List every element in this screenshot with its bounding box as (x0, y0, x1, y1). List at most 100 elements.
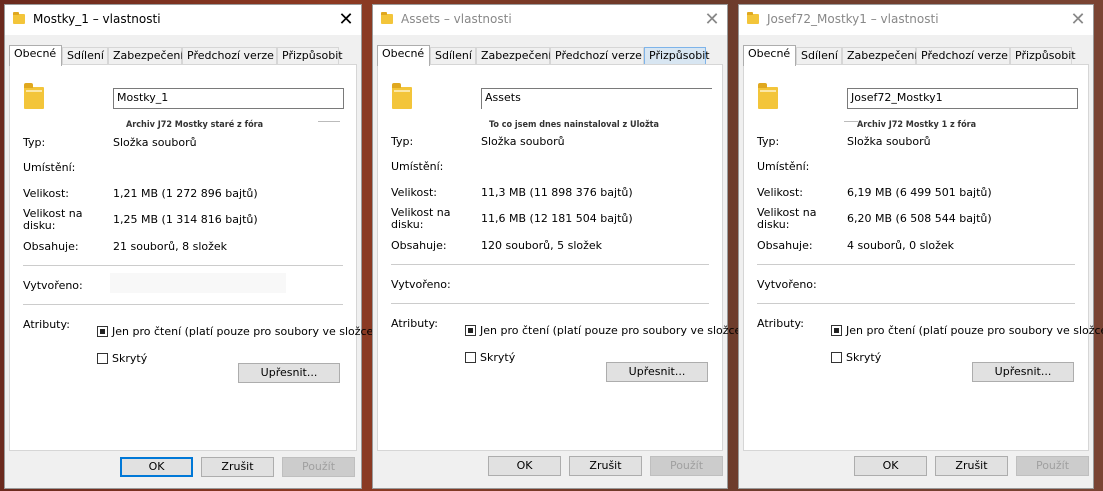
tab-security[interactable]: Zabezpečení (108, 47, 183, 64)
properties-window-mostky: Mostky_1 – vlastnosti ✕ Obecné Sdílení Z… (4, 4, 378, 489)
tab-customize[interactable]: Přizpůsobit (644, 47, 710, 64)
hidden-label: Skrytý (480, 351, 516, 364)
ok-button[interactable]: OK (120, 457, 193, 477)
separator (757, 264, 1075, 265)
close-icon[interactable]: ✕ (331, 5, 361, 35)
tab-general[interactable]: Obecné (377, 45, 430, 66)
apply-button[interactable]: Použít (650, 456, 723, 476)
tab-strip: Obecné Sdílení Zabezpečení Předchozí ver… (9, 45, 357, 66)
created-label: Vytvořeno: (757, 278, 817, 291)
folder-icon (13, 12, 25, 24)
window-title: Josef72_Mostky1 – vlastnosti (767, 12, 939, 26)
close-icon[interactable]: ✕ (697, 5, 727, 35)
readonly-label: Jen pro čtení (platí pouze pro soubory v… (480, 324, 746, 337)
disk-size-label: Velikost na disku: (391, 206, 451, 231)
cancel-button[interactable]: Zrušit (569, 456, 642, 476)
type-label: Typ: (757, 135, 780, 148)
size-label: Velikost: (757, 186, 804, 199)
tab-previous-versions[interactable]: Předchozí verze (550, 47, 644, 64)
separator (170, 150, 343, 151)
folder-name-input[interactable]: Mostky_1 (113, 88, 344, 109)
location-label: Umístění: (391, 160, 444, 173)
folder-icon (381, 12, 393, 24)
separator (757, 303, 1075, 304)
apply-button[interactable]: Použít (1016, 456, 1089, 476)
tab-customize[interactable]: Přizpůsobit (277, 47, 343, 64)
window-title: Mostky_1 – vlastnosti (33, 12, 161, 26)
folder-name-input[interactable]: Assets (481, 88, 712, 109)
advanced-button[interactable]: Upřesnit... (238, 363, 340, 383)
readonly-checkbox[interactable] (831, 325, 842, 336)
hidden-checkbox[interactable] (831, 352, 842, 363)
general-panel: Josef72_Mostky1 Archiv J72 Mostky 1 z fó… (743, 64, 1103, 451)
tab-sharing[interactable]: Sdílení (430, 47, 476, 64)
tab-strip: Obecné Sdílení Zabezpečení Předchozí ver… (377, 45, 723, 66)
folder-icon (747, 12, 759, 24)
title-bar[interactable]: Mostky_1 – vlastnosti ✕ (5, 5, 361, 35)
tab-security[interactable]: Zabezpečení (476, 47, 551, 64)
folder-icon (758, 83, 778, 109)
size-label: Velikost: (391, 186, 438, 199)
attributes-label: Atributy: (23, 318, 70, 331)
annotation-text: To co jsem dnes nainstaloval z Uložta (489, 120, 659, 130)
title-bar[interactable]: Josef72_Mostky1 – vlastnosti ✕ (739, 5, 1093, 35)
separator (23, 265, 343, 266)
type-value: Složka souborů (113, 136, 197, 149)
tab-customize[interactable]: Přizpůsobit (1010, 47, 1076, 64)
tab-previous-versions[interactable]: Předchozí verze (916, 47, 1010, 64)
contains-label: Obsahuje: (391, 239, 447, 252)
hidden-checkbox[interactable] (465, 352, 476, 363)
ok-button[interactable]: OK (488, 456, 561, 476)
advanced-button[interactable]: Upřesnit... (972, 362, 1074, 382)
disk-size-value: 11,6 MB (12 181 504 bajtů) (481, 212, 633, 225)
folder-icon (392, 83, 412, 109)
general-panel: Mostky_1 Archiv J72 Mostky staré z fóra … (9, 64, 378, 451)
separator (391, 303, 709, 304)
location-label: Umístění: (23, 161, 76, 174)
contains-value: 21 souborů, 8 složek (113, 240, 228, 253)
cancel-button[interactable]: Zrušit (201, 457, 274, 477)
advanced-button[interactable]: Upřesnit... (606, 362, 708, 382)
type-value: Složka souborů (481, 135, 565, 148)
type-label: Typ: (391, 135, 414, 148)
attributes-label: Atributy: (391, 317, 438, 330)
readonly-checkbox[interactable] (97, 326, 108, 337)
tab-previous-versions[interactable]: Předchozí verze (182, 47, 277, 64)
separator (391, 264, 709, 265)
created-label: Vytvořeno: (391, 278, 451, 291)
apply-button[interactable]: Použít (282, 457, 355, 477)
contains-value: 4 souborů, 0 složek (847, 239, 955, 252)
annotation-text: Archiv J72 Mostky staré z fóra (126, 120, 264, 130)
attributes-label: Atributy: (757, 317, 804, 330)
location-label: Umístění: (757, 160, 810, 173)
disk-size-label: Velikost na disku: (23, 207, 83, 232)
annotation-underline (844, 121, 858, 122)
contains-label: Obsahuje: (757, 239, 813, 252)
close-icon[interactable]: ✕ (1063, 5, 1093, 35)
readonly-label: Jen pro čtení (platí pouze pro soubory v… (846, 324, 1103, 337)
type-label: Typ: (23, 136, 46, 149)
contains-label: Obsahuje: (23, 240, 79, 253)
tab-general[interactable]: Obecné (743, 45, 796, 66)
cancel-button[interactable]: Zrušit (935, 456, 1008, 476)
properties-window-josef72: Josef72_Mostky1 – vlastnosti ✕ Obecné Sd… (738, 4, 1103, 489)
ok-button[interactable]: OK (854, 456, 927, 476)
hidden-label: Skrytý (846, 351, 882, 364)
size-value: 6,19 MB (6 499 501 bajtů) (847, 186, 992, 199)
title-bar[interactable]: Assets – vlastnosti ✕ (373, 5, 727, 35)
general-panel: Assets To co jsem dnes nainstaloval z Ul… (377, 64, 746, 451)
size-label: Velikost: (23, 187, 70, 200)
separator (23, 304, 343, 305)
hidden-checkbox[interactable] (97, 353, 108, 364)
tab-sharing[interactable]: Sdílení (796, 47, 842, 64)
tab-sharing[interactable]: Sdílení (62, 47, 108, 64)
folder-name-input[interactable]: Josef72_Mostky1 (847, 88, 1078, 109)
readonly-checkbox[interactable] (465, 325, 476, 336)
tab-general[interactable]: Obecné (9, 45, 62, 66)
created-label: Vytvořeno: (23, 279, 83, 292)
tab-security[interactable]: Zabezpečení (842, 47, 917, 64)
size-value: 11,3 MB (11 898 376 bajtů) (481, 186, 633, 199)
hidden-label: Skrytý (112, 352, 148, 365)
folder-icon (24, 83, 44, 109)
size-value: 1,21 MB (1 272 896 bajtů) (113, 187, 258, 200)
